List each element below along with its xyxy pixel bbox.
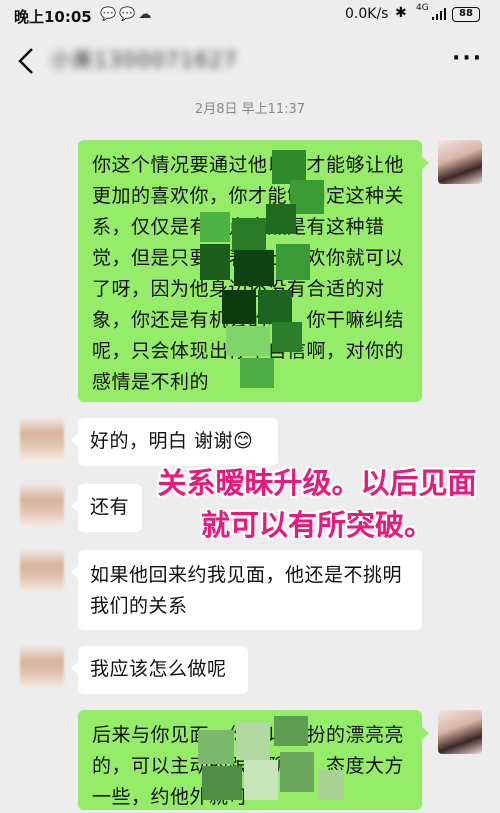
overlay-caption-line: 关系暧昧升级。以后见面 [157,466,477,500]
privacy-mosaic [0,0,500,800]
overlay-caption-line: 就可以有所突破。 [200,508,433,542]
overlay-caption: 关系暧昧升级。以后见面 就可以有所突破。 [142,462,492,546]
